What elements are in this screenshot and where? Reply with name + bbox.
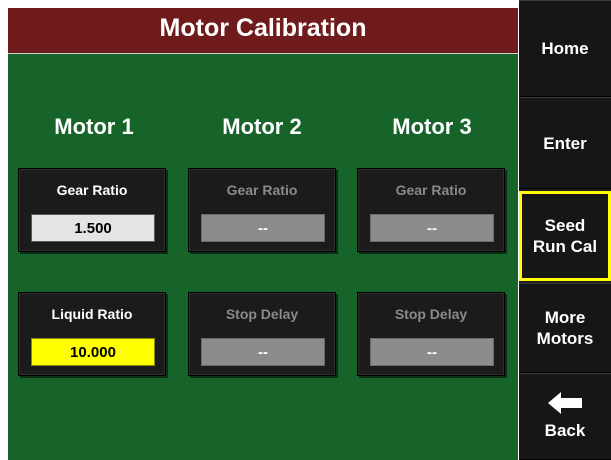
more-motors-label-line-1: More [544, 308, 586, 327]
motor-1-liquid-ratio-tile[interactable]: Liquid Ratio 10.000 [18, 292, 166, 376]
motor-1-gear-ratio-tile[interactable]: Gear Ratio 1.500 [18, 168, 166, 252]
motor-2-gear-ratio-value[interactable]: -- [201, 214, 325, 242]
tile-label: Gear Ratio [226, 182, 298, 198]
motor-2-stop-delay-value[interactable]: -- [201, 338, 325, 366]
screen: Motor Calibration Motor 1 Motor 2 Motor … [0, 0, 611, 460]
motor-2-heading: Motor 2 [222, 114, 302, 139]
tile-label: Liquid Ratio [51, 306, 133, 322]
motor-3-heading: Motor 3 [392, 114, 472, 139]
motor-2-gear-ratio-tile[interactable]: Gear Ratio -- [188, 168, 336, 252]
home-button-label: Home [541, 39, 589, 58]
tile-label: Stop Delay [225, 306, 299, 322]
seed-run-cal-label-line-2: Run Cal [532, 237, 598, 256]
seed-run-cal-label-line-1: Seed [544, 216, 586, 235]
motor-3-stop-delay-value[interactable]: -- [370, 338, 494, 366]
motor-3-stop-delay-tile[interactable]: Stop Delay -- [357, 292, 505, 376]
motor-1-gear-ratio-value[interactable]: 1.500 [31, 214, 155, 242]
motor-3-gear-ratio-tile[interactable]: Gear Ratio -- [357, 168, 505, 252]
back-button[interactable]: Back [519, 373, 611, 460]
motor-3-gear-ratio-value[interactable]: -- [370, 214, 494, 242]
seed-run-cal-button[interactable]: Seed Run Cal [519, 191, 611, 281]
home-button[interactable]: Home [519, 0, 611, 97]
motor-1-heading: Motor 1 [54, 114, 134, 139]
back-button-label: Back [544, 421, 586, 440]
more-motors-label-line-2: Motors [536, 329, 594, 348]
motor-2-stop-delay-tile[interactable]: Stop Delay -- [188, 292, 336, 376]
more-motors-button[interactable]: More Motors [519, 283, 611, 373]
left-arrow-icon [548, 392, 582, 414]
motor-1-liquid-ratio-value[interactable]: 10.000 [31, 338, 155, 366]
page-title: Motor Calibration [8, 8, 518, 54]
enter-button-label: Enter [543, 133, 587, 153]
enter-button[interactable]: Enter [519, 97, 611, 189]
tile-label: Gear Ratio [395, 182, 467, 198]
tile-label: Stop Delay [394, 306, 468, 322]
tile-label: Gear Ratio [56, 182, 128, 198]
